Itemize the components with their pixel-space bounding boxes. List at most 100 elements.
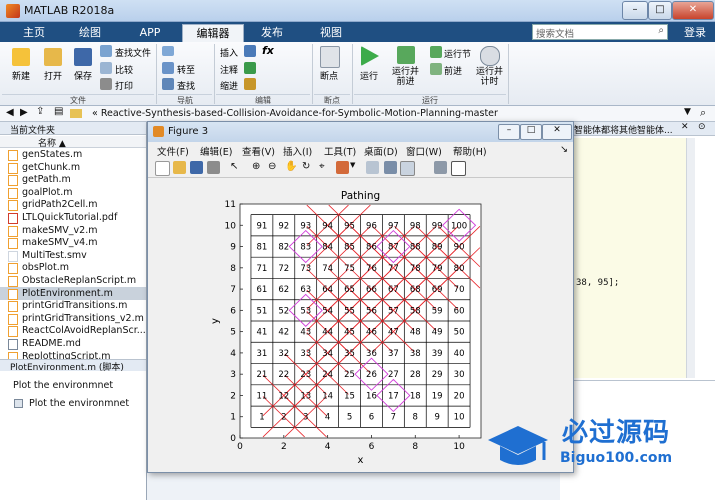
close-button[interactable]: ✕ bbox=[672, 1, 714, 20]
maximize-button[interactable]: □ bbox=[648, 1, 672, 20]
cell-number-label: 86 bbox=[366, 243, 377, 253]
indent-button[interactable]: 缩进 bbox=[220, 79, 238, 92]
insert-button[interactable]: 插入 bbox=[220, 46, 238, 59]
current-path[interactable]: « Reactive-Synthesis-based-Collision-Avo… bbox=[92, 108, 498, 119]
new-figure-icon[interactable] bbox=[155, 161, 170, 176]
panel-menu-icon[interactable]: ⊙ bbox=[698, 122, 706, 132]
menu-edit[interactable]: 编辑(E) bbox=[200, 144, 232, 158]
y-tick-label: 4 bbox=[230, 349, 236, 359]
new-button[interactable]: 新建 bbox=[12, 69, 30, 82]
brush-icon[interactable] bbox=[336, 161, 349, 174]
file-list-item[interactable]: printGridTransitions.m bbox=[22, 300, 127, 311]
file-list-item[interactable]: getPath.m bbox=[22, 174, 71, 185]
code-area[interactable] bbox=[574, 138, 686, 378]
file-list-item[interactable]: ReactColAvoidReplanScr... bbox=[22, 325, 146, 336]
figure-minimize-button[interactable]: – bbox=[498, 124, 520, 140]
tab-publish[interactable]: 发布 bbox=[244, 24, 300, 42]
cell-number-label: 57 bbox=[388, 306, 399, 316]
find-files-button[interactable]: 查找文件 bbox=[115, 46, 151, 59]
file-list-item[interactable]: genStates.m bbox=[22, 149, 82, 160]
data-cursor-icon[interactable]: ⌖ bbox=[319, 161, 332, 174]
menu-insert[interactable]: 插入(I) bbox=[283, 144, 312, 158]
details-item[interactable]: Plot the environmnet bbox=[29, 398, 129, 409]
search-input[interactable]: 搜索文档 ⌕ bbox=[532, 24, 668, 40]
pointer-icon[interactable]: ↖ bbox=[230, 161, 243, 174]
find-button[interactable]: 查找 bbox=[177, 79, 195, 92]
file-list-item[interactable]: gridPath2Cell.m bbox=[22, 199, 98, 210]
window-title: MATLAB R2018a bbox=[24, 4, 115, 17]
pan-icon[interactable]: ✋ bbox=[285, 161, 298, 174]
fx-icon[interactable]: fx bbox=[262, 44, 274, 57]
file-list-item[interactable]: MultiTest.smv bbox=[22, 250, 87, 261]
hide-plot-tools-icon[interactable] bbox=[434, 161, 447, 174]
tab-editor[interactable]: 编辑器 bbox=[182, 24, 244, 43]
show-plot-tools-icon[interactable] bbox=[451, 161, 466, 176]
comment-button[interactable]: 注释 bbox=[220, 63, 238, 76]
section-edit-label: 编辑 bbox=[216, 94, 310, 106]
menu-help[interactable]: 帮助(H) bbox=[453, 144, 487, 158]
file-icon bbox=[8, 301, 18, 313]
browse-icon[interactable]: ▤ bbox=[54, 106, 63, 117]
close-panel-icon[interactable]: ✕ bbox=[681, 122, 689, 132]
run-section-button[interactable]: 运行节 bbox=[444, 47, 471, 60]
compare-button[interactable]: 比较 bbox=[115, 63, 133, 76]
back-arrow-icon[interactable] bbox=[162, 46, 174, 56]
up-folder-icon[interactable]: ⇪ bbox=[36, 106, 44, 117]
login-button[interactable]: 登录 bbox=[680, 24, 710, 42]
cell-number-label: 32 bbox=[278, 349, 289, 359]
file-list-item[interactable]: makeSMV_v4.m bbox=[22, 237, 98, 248]
file-icon bbox=[8, 263, 18, 275]
run-time-button[interactable]: 运行并 计时 bbox=[476, 67, 503, 87]
print-button[interactable]: 打印 bbox=[115, 79, 133, 92]
x-tick-label: 10 bbox=[453, 442, 465, 452]
back-icon[interactable]: ◀ bbox=[6, 107, 14, 118]
cell-number-label: 87 bbox=[388, 243, 399, 253]
tab-apps[interactable]: APP bbox=[122, 24, 178, 42]
file-list-item[interactable]: obsPlot.m bbox=[22, 262, 69, 273]
tab-home[interactable]: 主页 bbox=[8, 24, 60, 42]
zoom-out-icon[interactable]: ⊖ bbox=[268, 161, 281, 174]
minimize-button[interactable]: – bbox=[622, 1, 648, 20]
save-button[interactable]: 保存 bbox=[74, 69, 92, 82]
advance-button[interactable]: 前进 bbox=[444, 64, 462, 77]
open-file-icon[interactable] bbox=[173, 161, 186, 174]
menu-window[interactable]: 窗口(W) bbox=[406, 144, 442, 158]
matlab-logo-icon bbox=[6, 4, 20, 18]
tab-plots[interactable]: 绘图 bbox=[64, 24, 116, 42]
rotate-icon[interactable]: ↻ bbox=[302, 161, 315, 174]
menu-tools[interactable]: 工具(T) bbox=[324, 144, 356, 158]
run-button[interactable]: 运行 bbox=[360, 69, 378, 82]
menu-view[interactable]: 查看(V) bbox=[242, 144, 275, 158]
path-dropdown-icon[interactable]: ▼ bbox=[684, 107, 691, 117]
menu-file[interactable]: 文件(F) bbox=[157, 144, 189, 158]
file-list-item[interactable]: getChunk.m bbox=[22, 162, 80, 173]
zoom-in-icon[interactable]: ⊕ bbox=[252, 161, 265, 174]
file-list-item[interactable]: goalPlot.m bbox=[22, 187, 72, 198]
file-list-item[interactable]: LTLQuickTutorial.pdf bbox=[22, 212, 117, 223]
brush-dropdown-icon[interactable]: ▼ bbox=[350, 161, 363, 174]
run-advance-button[interactable]: 运行并 前进 bbox=[392, 67, 419, 87]
cell-number-label: 22 bbox=[278, 370, 289, 380]
print-figure-icon[interactable] bbox=[207, 161, 220, 174]
forward-icon[interactable]: ▶ bbox=[20, 107, 28, 118]
column-header[interactable]: 名称 ▲ bbox=[0, 136, 146, 149]
save-figure-icon[interactable] bbox=[190, 161, 203, 174]
file-list-item[interactable]: PlotEnvironment.m bbox=[22, 288, 113, 299]
open-button[interactable]: 打开 bbox=[44, 69, 62, 82]
breakpoint-button[interactable]: 断点 bbox=[320, 69, 338, 82]
menu-desktop[interactable]: 桌面(D) bbox=[364, 144, 398, 158]
file-list-item[interactable]: ObstacleReplanScript.m bbox=[22, 275, 136, 286]
tab-view[interactable]: 视图 bbox=[303, 24, 359, 42]
file-list-item[interactable]: makeSMV_v2.m bbox=[22, 225, 98, 236]
figure-maximize-button[interactable]: □ bbox=[520, 124, 542, 140]
path-search-icon[interactable]: ⌕ bbox=[700, 106, 706, 120]
vertical-scrollbar[interactable] bbox=[686, 138, 695, 378]
dock-icon[interactable]: ↘ bbox=[560, 144, 568, 155]
colorbar-icon[interactable] bbox=[384, 161, 397, 174]
file-list-item[interactable]: printGridTransitions_v2.m bbox=[22, 313, 144, 324]
file-list-item[interactable]: README.md bbox=[22, 338, 81, 349]
figure-close-button[interactable]: ✕ bbox=[542, 124, 572, 140]
link-icon[interactable] bbox=[366, 161, 379, 174]
legend-icon[interactable] bbox=[400, 161, 415, 176]
goto-button[interactable]: 转至 bbox=[177, 63, 195, 76]
